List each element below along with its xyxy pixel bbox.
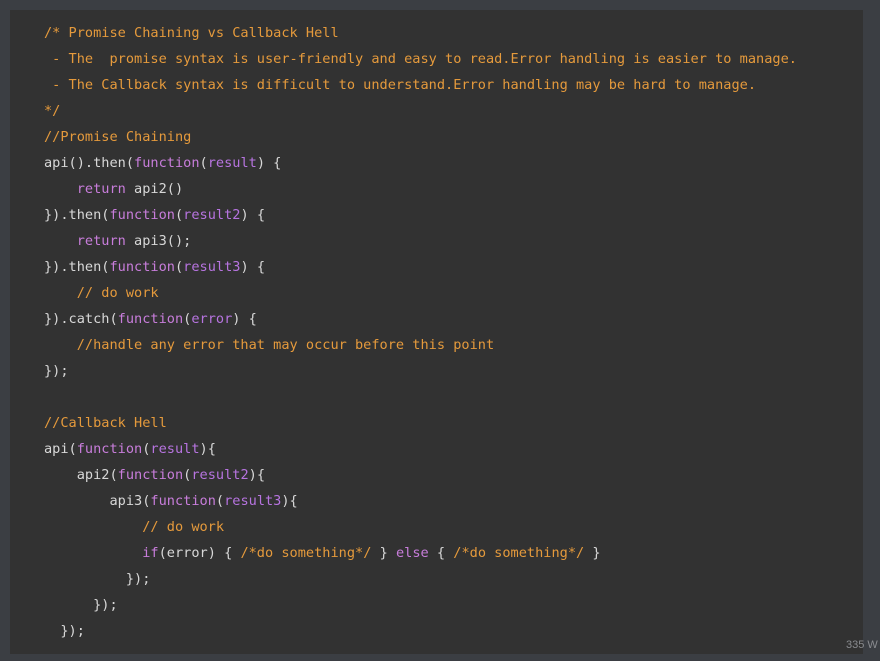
code-token: return [76,181,126,197]
code-line: api().then(function(result) { [44,150,797,176]
code-token: function [109,207,175,223]
code-token: */ [44,103,61,119]
code-token: else [395,545,429,561]
code-token: ( [199,155,208,171]
word-count: 335 W [846,639,878,651]
code-line: - The promise syntax is user-friendly an… [44,46,797,72]
code-token: //Promise Chaining [44,129,192,145]
code-line: api3(function(result3){ [44,488,797,514]
code-line: return api3(); [44,228,797,254]
code-line: }); [44,592,797,618]
code-token: //handle any error that may occur before… [44,337,495,353]
code-block[interactable]: /* Promise Chaining vs Callback Hell - T… [10,10,863,654]
code-token: ) { [240,207,266,223]
code-token: }); [44,597,118,613]
code-line: }); [44,618,797,644]
code-line: }); [44,566,797,592]
code-token: result2 [191,467,249,483]
code-token: }); [44,623,85,639]
code-token: ) { [240,259,266,275]
code-token: result3 [183,259,241,275]
code-token: api3( [44,493,151,509]
code-line: return api2() [44,176,797,202]
code-token: function [134,155,200,171]
code-token: }); [44,571,151,587]
code-line: }).then(function(result3) { [44,254,797,280]
code-token: { [428,545,454,561]
code-token: ){ [248,467,266,483]
code-line: /* Promise Chaining vs Callback Hell [44,20,797,46]
code-token: result3 [224,493,282,509]
code-token: result2 [183,207,241,223]
code-token: } [371,545,396,561]
code-token: api2( [44,467,118,483]
code-line: }); [44,358,797,384]
code-token: api3(); [125,233,192,249]
code-token: ){ [199,441,216,457]
code-token: ( [215,493,225,509]
code-line: if(error) { /*do something*/ } else { /*… [44,540,797,566]
code-token: - The promise syntax is user-friendly an… [44,51,797,67]
code-token: }).catch( [44,311,118,327]
code-token: // do work [44,519,225,535]
code-token: //Callback Hell [44,415,167,431]
code-token: api( [44,441,77,457]
code-line: api(function(result){ [44,436,797,462]
code-token: }).then( [44,259,110,275]
code-token: /* Promise Chaining vs Callback Hell [44,25,339,41]
code-line: api2(function(result2){ [44,462,797,488]
code-token: /*do something*/ [453,545,585,561]
code-token: function [109,259,175,275]
code-line: //Promise Chaining [44,124,797,150]
code-token: result [150,441,200,457]
code-text[interactable]: /* Promise Chaining vs Callback Hell - T… [44,20,797,644]
code-token: ) { [232,311,257,327]
code-token: ){ [281,493,298,509]
code-token: error [191,311,233,327]
code-token: api().then( [44,155,135,171]
code-line: // do work [44,280,797,306]
code-token: }).then( [44,207,110,223]
code-token: function [76,441,143,457]
code-token: }); [44,363,69,379]
code-token: api2() [125,181,184,197]
code-token: function [117,311,184,327]
code-token: function [150,493,216,509]
code-token: } [584,545,601,561]
code-token: /*do something*/ [240,545,372,561]
code-token: return [76,233,126,249]
code-line: }).catch(function(error) { [44,306,797,332]
code-token: (error) { [158,545,241,561]
code-line: //handle any error that may occur before… [44,332,797,358]
code-token: if [142,545,159,561]
code-token: ) { [256,155,282,171]
code-line: // do work [44,514,797,540]
code-line: }).then(function(result2) { [44,202,797,228]
code-token: // do work [44,285,159,301]
code-line: //Callback Hell [44,410,797,436]
code-line: */ [44,98,797,124]
code-token: function [117,467,184,483]
code-token: result [207,155,257,171]
code-token: ( [174,259,184,275]
code-line: - The Callback syntax is difficult to un… [44,72,797,98]
code-token: ( [174,207,184,223]
code-token: - The Callback syntax is difficult to un… [44,77,757,93]
